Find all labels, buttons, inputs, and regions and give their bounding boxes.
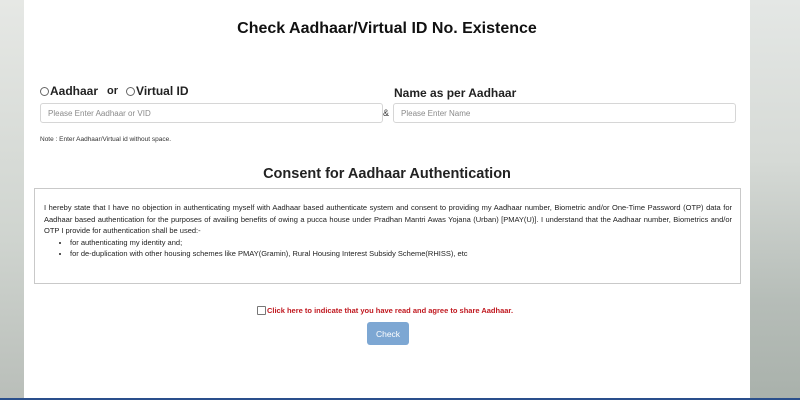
background-left: [0, 0, 24, 400]
consent-list: for authenticating my identity and; for …: [44, 237, 732, 260]
background-right: [750, 0, 800, 400]
agree-label[interactable]: Click here to indicate that you have rea…: [267, 306, 513, 315]
name-input[interactable]: [393, 103, 736, 123]
page-title: Check Aadhaar/Virtual ID No. Existence: [237, 20, 537, 37]
agree-row: Click here to indicate that you have rea…: [24, 306, 750, 315]
consent-paragraph: I hereby state that I have no objection …: [44, 203, 732, 236]
or-text: or: [107, 85, 119, 97]
virtual-id-radio[interactable]: [126, 86, 136, 96]
consent-list-item: for authenticating my identity and;: [70, 237, 732, 249]
name-label: Name as per Aadhaar: [394, 86, 517, 100]
input-note: Note : Enter Aadhaar/Virtual id without …: [40, 136, 172, 143]
id-type-radio-group: Aadhaar or Virtual ID: [40, 84, 189, 98]
check-button[interactable]: Check: [367, 322, 409, 345]
aadhaar-radio[interactable]: [40, 86, 49, 96]
aadhaar-vid-input[interactable]: [40, 103, 383, 123]
ampersand: &: [383, 108, 390, 118]
consent-title: Consent for Aadhaar Authentication: [263, 166, 511, 182]
virtual-id-radio-label[interactable]: Virtual ID: [136, 84, 188, 98]
form-panel: Check Aadhaar/Virtual ID No. Existence A…: [24, 0, 750, 398]
consent-list-item: for de-duplication with other housing sc…: [70, 248, 732, 260]
aadhaar-radio-label[interactable]: Aadhaar: [50, 84, 98, 98]
consent-box: I hereby state that I have no objection …: [34, 188, 741, 284]
agree-checkbox[interactable]: [256, 306, 266, 315]
